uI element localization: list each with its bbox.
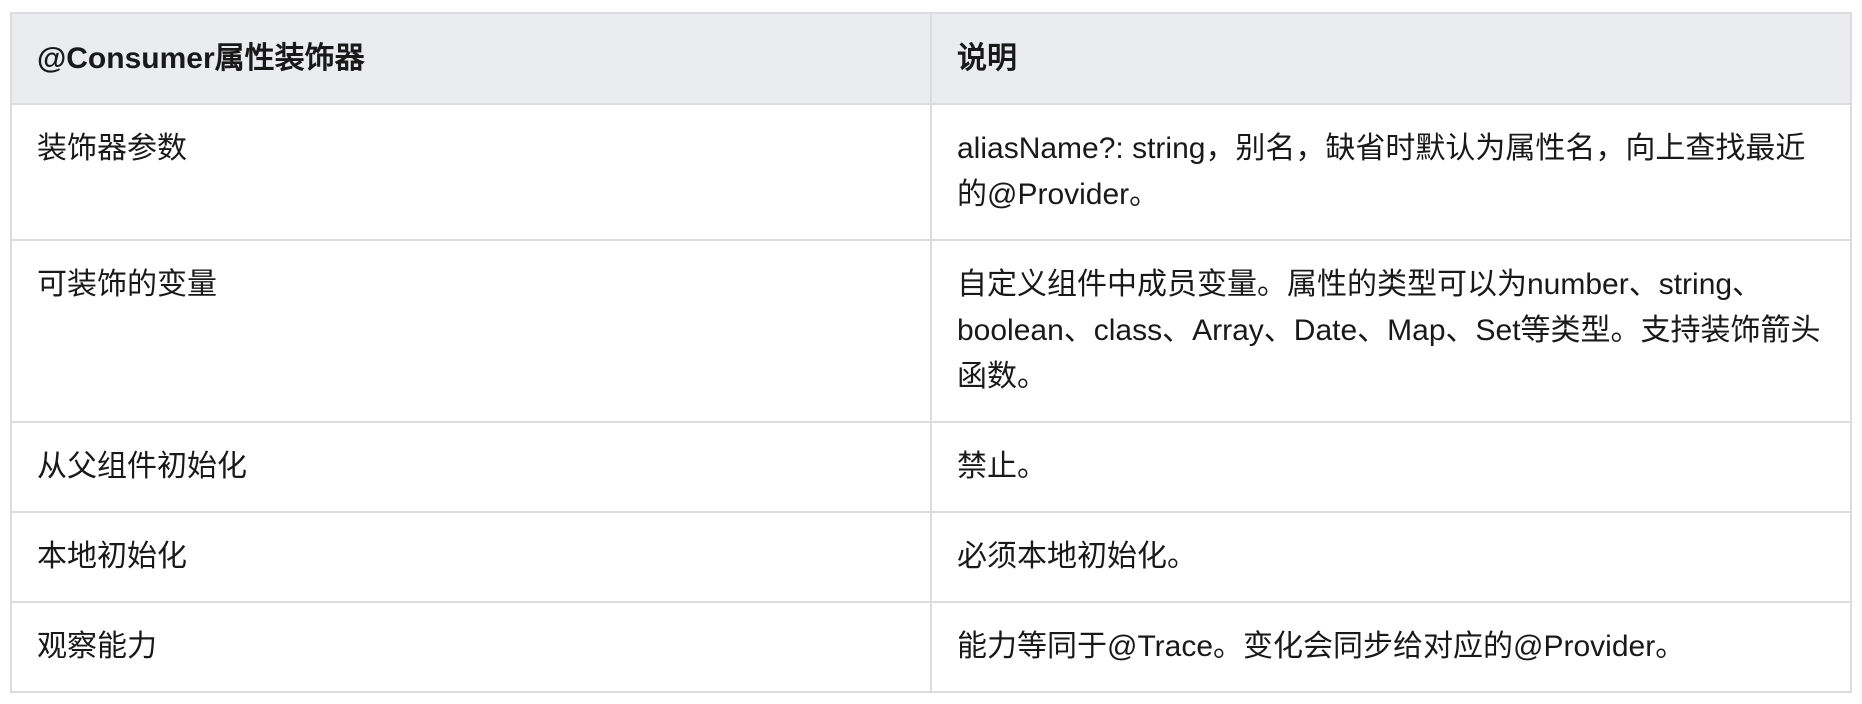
row-desc: 禁止。 — [930, 421, 1852, 513]
row-name: 观察能力 — [10, 601, 932, 693]
header-decorator: @Consumer属性装饰器 — [10, 12, 932, 105]
row-name: 从父组件初始化 — [10, 421, 932, 513]
consumer-decorator-table: @Consumer属性装饰器 说明 装饰器参数 aliasName?: stri… — [10, 12, 1852, 693]
table-row: 装饰器参数 aliasName?: string，别名，缺省时默认为属性名，向上… — [10, 103, 1852, 241]
table-row: 本地初始化 必须本地初始化。 — [10, 511, 1852, 603]
row-desc: 必须本地初始化。 — [930, 511, 1852, 603]
row-name: 本地初始化 — [10, 511, 932, 603]
row-desc: 自定义组件中成员变量。属性的类型可以为number、string、boolean… — [930, 239, 1852, 423]
row-desc: aliasName?: string，别名，缺省时默认为属性名，向上查找最近的@… — [930, 103, 1852, 241]
table-row: 可装饰的变量 自定义组件中成员变量。属性的类型可以为number、string、… — [10, 239, 1852, 423]
table-header-row: @Consumer属性装饰器 说明 — [10, 12, 1852, 105]
table-row: 从父组件初始化 禁止。 — [10, 421, 1852, 513]
header-description: 说明 — [930, 12, 1852, 105]
row-name: 可装饰的变量 — [10, 239, 932, 423]
row-name: 装饰器参数 — [10, 103, 932, 241]
table-row: 观察能力 能力等同于@Trace。变化会同步给对应的@Provider。 — [10, 601, 1852, 693]
row-desc: 能力等同于@Trace。变化会同步给对应的@Provider。 — [930, 601, 1852, 693]
